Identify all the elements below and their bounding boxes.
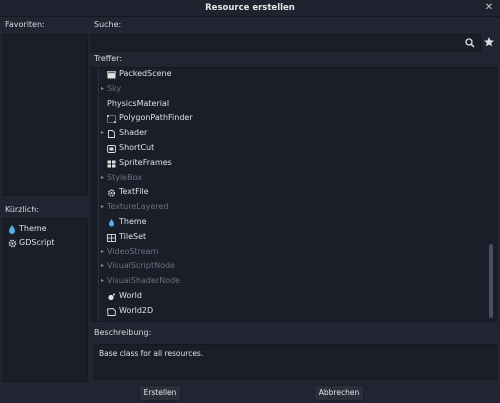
- recent-item-label: GDScript: [19, 238, 55, 247]
- recent-list[interactable]: Theme GDScript: [3, 218, 88, 382]
- description-label: Beschreibung:: [94, 328, 152, 337]
- window-titlebar: Resource erstellen ✕: [0, 0, 500, 17]
- create-button[interactable]: Erstellen: [139, 385, 181, 401]
- tree-item-label: VisualScriptNode: [107, 261, 175, 271]
- tree-item-label: World2D: [119, 305, 154, 315]
- tree-item-world[interactable]: World: [92, 289, 487, 304]
- description-box: Base class for all resources.: [94, 344, 497, 380]
- tree-item-label: StyleBox: [107, 172, 142, 182]
- clapperboard-icon: [107, 71, 116, 79]
- tree-item-videostream[interactable]: ▸ VideoStream: [92, 245, 487, 260]
- tree-item-physicsmaterial[interactable]: PhysicsMaterial: [92, 97, 487, 112]
- tree-item-label: TextFile: [119, 187, 149, 197]
- favorites-list[interactable]: [3, 34, 88, 196]
- document-icon: [108, 130, 115, 139]
- sprite-grid-icon: [107, 160, 116, 168]
- tree-item-visualscriptnode[interactable]: ▸ VisualScriptNode: [92, 259, 487, 274]
- results-tree[interactable]: PackedScene ▸ Sky PhysicsMaterial Polygo…: [91, 67, 497, 322]
- tree-item-theme[interactable]: Theme: [92, 215, 487, 230]
- search-field[interactable]: [91, 34, 481, 52]
- tree-item-label: Sky: [107, 83, 122, 93]
- tree-item-visualshadernode[interactable]: ▸ VisualShaderNode: [92, 274, 487, 289]
- polygon-dots-icon: [107, 115, 116, 124]
- search-icon[interactable]: [464, 36, 476, 50]
- tree-item-texturelayered[interactable]: ▸ TextureLayered: [92, 200, 487, 215]
- window-title: Resource erstellen: [205, 3, 295, 13]
- tree-item-spriteframes[interactable]: SpriteFrames: [92, 156, 487, 171]
- recent-item-label: Theme: [19, 224, 47, 233]
- results-label: Treffer:: [94, 54, 123, 63]
- close-icon[interactable]: ✕: [484, 0, 494, 16]
- star-icon[interactable]: [482, 35, 496, 49]
- results-scrollbar[interactable]: [489, 244, 493, 318]
- gear-icon: [8, 239, 17, 248]
- tree-item-label: PhysicsMaterial: [107, 98, 170, 108]
- tree-item-label: PackedScene: [119, 69, 172, 78]
- tree-item-world2d[interactable]: World2D: [92, 304, 487, 319]
- search-label: Suche:: [94, 20, 122, 29]
- favorites-label: Favoriten:: [5, 20, 45, 29]
- tree-item-label: World: [119, 291, 142, 300]
- tree-item-label: Shader: [119, 128, 148, 138]
- tree-item-label: VideoStream: [107, 246, 159, 256]
- tree-item-sky[interactable]: ▸ Sky: [92, 82, 487, 97]
- tree-item-label: VisualShaderNode: [107, 276, 181, 286]
- tree-item-stylebox[interactable]: ▸ StyleBox: [92, 171, 487, 186]
- tree-item-label: ShortCut: [119, 143, 155, 152]
- description-text: Base class for all resources.: [99, 349, 204, 358]
- world2d-icon: [107, 307, 116, 316]
- tree-item-polygonpathfinder[interactable]: PolygonPathFinder: [92, 111, 487, 126]
- droplet-icon: [109, 219, 114, 227]
- tree-item-textfile[interactable]: TextFile: [92, 185, 487, 200]
- tree-item-label: TextureLayered: [107, 202, 169, 212]
- sphere-icon: [108, 293, 115, 301]
- tileset-icon: [107, 233, 116, 242]
- cancel-button[interactable]: Abbrechen: [314, 385, 364, 401]
- tree-item-label: PolygonPathFinder: [119, 113, 193, 123]
- tree-item-packedscene[interactable]: PackedScene: [92, 68, 487, 82]
- tree-item-label: TileSet: [119, 231, 147, 241]
- tree-item-label: Theme: [119, 217, 147, 226]
- tree-item-tileset[interactable]: TileSet: [92, 230, 487, 245]
- tree-item-shader[interactable]: ▸ Shader: [92, 126, 487, 141]
- tree-item-shortcut[interactable]: ShortCut: [92, 141, 487, 156]
- search-input[interactable]: [96, 36, 456, 50]
- tree-item-label: SpriteFrames: [119, 157, 172, 167]
- shortcut-icon: [107, 145, 116, 153]
- recent-label: Kürzlich:: [5, 205, 40, 214]
- gear-icon: [107, 189, 116, 197]
- droplet-icon: [9, 225, 15, 234]
